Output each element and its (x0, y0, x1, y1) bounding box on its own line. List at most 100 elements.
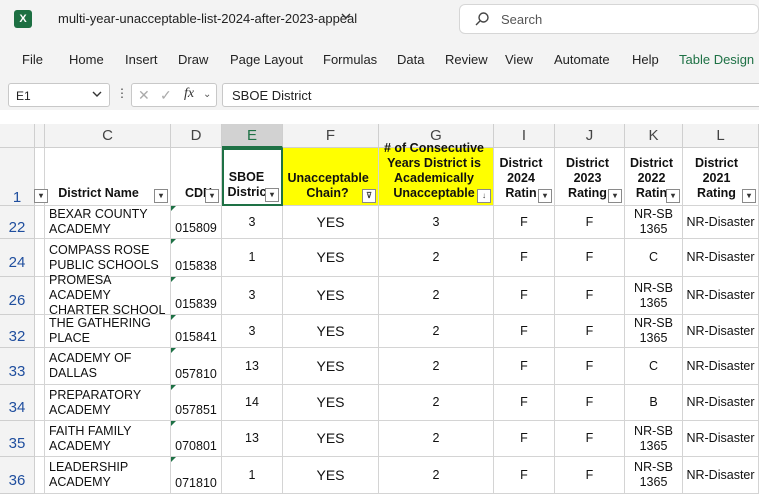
table-cell-sboe-district[interactable]: 1 (222, 457, 283, 494)
table-cell-b[interactable] (35, 277, 45, 315)
filter-applied-icon[interactable]: ⊽ (362, 189, 376, 203)
menu-help[interactable]: Help (632, 52, 659, 67)
table-cell-sboe-district[interactable]: 13 (222, 421, 283, 457)
table-cell-consecutive-years[interactable]: 2 (379, 277, 494, 315)
table-cell-unacceptable-chain[interactable]: YES (283, 277, 379, 315)
confirm-icon[interactable]: ✓ (160, 87, 172, 104)
row-header-34[interactable]: 34 (0, 385, 35, 421)
table-cell-rating-2023[interactable]: F (555, 421, 625, 457)
table-cell-consecutive-years[interactable]: 2 (379, 421, 494, 457)
name-box[interactable]: E1 (8, 83, 110, 107)
table-cell-rating-2022[interactable]: B (625, 385, 683, 421)
menu-file[interactable]: File (22, 52, 43, 67)
menu-table-design[interactable]: Table Design (679, 52, 754, 67)
row-header-33[interactable]: 33 (0, 348, 35, 385)
header-consecutive-years[interactable]: # of Consecutive Years District is Acade… (379, 141, 494, 206)
table-cell-rating-2021[interactable]: NR-Disaster (683, 348, 759, 385)
row-header-1[interactable]: 1 (0, 148, 35, 206)
column-header-d[interactable]: D (171, 124, 222, 148)
table-cell-consecutive-years[interactable]: 2 (379, 385, 494, 421)
table-cell-rating-2024[interactable]: F (494, 348, 555, 385)
filter-dropdown-icon[interactable]: ▾ (205, 189, 219, 203)
table-cell-rating-2022[interactable]: C (625, 239, 683, 277)
row-header-22[interactable]: 22 (0, 206, 35, 239)
table-cell-rating-2021[interactable]: NR-Disaster (683, 421, 759, 457)
row-header-36[interactable]: 36 (0, 457, 35, 494)
table-cell-unacceptable-chain[interactable]: YES (283, 315, 379, 348)
sort-descending-icon[interactable]: ↓ (477, 189, 491, 203)
header-district-2022-rating[interactable]: District 2022 Ratin ▾ (625, 148, 683, 206)
table-cell-sboe-district[interactable]: 1 (222, 239, 283, 277)
table-cell-rating-2022[interactable]: NR-SB 1365 (625, 277, 683, 315)
table-cell-district-name[interactable]: FAITH FAMILY ACADEMY (45, 421, 171, 457)
header-district-2021-rating[interactable]: District 2021 Rating ▾ (683, 148, 759, 206)
table-cell-district-name[interactable]: THE GATHERING PLACE (45, 315, 171, 348)
table-cell-cdn[interactable]: 071810 (171, 457, 222, 494)
table-cell-b[interactable] (35, 239, 45, 277)
table-cell-sboe-district[interactable]: 13 (222, 348, 283, 385)
table-cell-b[interactable] (35, 315, 45, 348)
table-cell-sboe-district[interactable]: 3 (222, 315, 283, 348)
table-cell-district-name[interactable]: PROMESA ACADEMY CHARTER SCHOOL (45, 273, 171, 317)
table-cell-b[interactable] (35, 206, 45, 239)
menu-formulas[interactable]: Formulas (323, 52, 377, 67)
insert-function-button[interactable]: fx (184, 86, 194, 102)
table-cell-b[interactable] (35, 421, 45, 457)
menu-automate[interactable]: Automate (554, 52, 610, 67)
table-cell-cdn[interactable]: 057810 (171, 348, 222, 385)
row-header-24[interactable]: 24 (0, 239, 35, 277)
table-cell-rating-2023[interactable]: F (555, 239, 625, 277)
select-all-corner[interactable] (0, 124, 35, 148)
table-cell-unacceptable-chain[interactable]: YES (283, 457, 379, 494)
table-cell-district-name[interactable]: COMPASS ROSE PUBLIC SCHOOLS (45, 239, 171, 277)
table-cell-cdn[interactable]: 070801 (171, 421, 222, 457)
table-cell-sboe-district[interactable]: 3 (222, 206, 283, 239)
table-cell-rating-2021[interactable]: NR-Disaster (683, 239, 759, 277)
column-header-k[interactable]: K (625, 124, 683, 148)
table-cell-unacceptable-chain[interactable]: YES (283, 385, 379, 421)
table-cell-rating-2023[interactable]: F (555, 348, 625, 385)
table-cell-unacceptable-chain[interactable]: YES (283, 421, 379, 457)
table-cell-sboe-district[interactable]: 3 (222, 277, 283, 315)
document-title[interactable]: multi-year-unacceptable-list-2024-after-… (58, 11, 357, 26)
header-unacceptable-chain[interactable]: Unacceptable Chain? ⊽ (283, 148, 379, 206)
table-cell-rating-2024[interactable]: F (494, 385, 555, 421)
table-cell-rating-2023[interactable]: F (555, 206, 625, 239)
row-header-26[interactable]: 26 (0, 277, 35, 315)
table-cell-rating-2021[interactable]: NR-Disaster (683, 206, 759, 239)
row-header-32[interactable]: 32 (0, 315, 35, 348)
table-cell-unacceptable-chain[interactable]: YES (283, 348, 379, 385)
column-header-e[interactable]: E (222, 124, 283, 148)
column-header-c[interactable]: C (45, 124, 171, 148)
table-cell-district-name[interactable]: PREPARATORY ACADEMY (45, 385, 171, 421)
row-header-35[interactable]: 35 (0, 421, 35, 457)
cancel-icon[interactable]: ✕ (138, 87, 150, 104)
table-cell-cdn[interactable]: 015841 (171, 315, 222, 348)
filter-dropdown-icon[interactable]: ▾ (154, 189, 168, 203)
menu-draw[interactable]: Draw (178, 52, 208, 67)
header-district-name[interactable]: District Name ▾ (45, 148, 171, 206)
table-cell-rating-2024[interactable]: F (494, 457, 555, 494)
header-district-2024-rating[interactable]: District 2024 Ratin ▾ (494, 148, 555, 206)
worksheet[interactable]: C D E F G I J K L 1 ▾ District Name ▾ CD… (0, 110, 759, 494)
filter-dropdown-icon[interactable]: ▾ (538, 189, 552, 203)
table-cell-rating-2022[interactable]: C (625, 348, 683, 385)
header-cdn[interactable]: CDN ▾ (171, 148, 222, 206)
header-sboe-district[interactable]: SBOE Distric ▾ (222, 148, 283, 206)
menu-page-layout[interactable]: Page Layout (230, 52, 303, 67)
menu-insert[interactable]: Insert (125, 52, 158, 67)
table-cell-b[interactable] (35, 348, 45, 385)
table-cell-rating-2022[interactable]: NR-SB 1365 (625, 457, 683, 494)
column-header-b[interactable] (35, 124, 45, 148)
column-header-i[interactable]: I (494, 124, 555, 148)
table-cell-cdn[interactable]: 015838 (171, 239, 222, 277)
more-options-icon[interactable]: ⋮ (116, 86, 128, 100)
search-box[interactable]: Search (459, 4, 759, 34)
filter-dropdown-icon[interactable]: ▾ (608, 189, 622, 203)
table-cell-cdn[interactable]: 015809 (171, 206, 222, 239)
table-cell-rating-2024[interactable]: F (494, 421, 555, 457)
table-cell-rating-2021[interactable]: NR-Disaster (683, 277, 759, 315)
table-cell-consecutive-years[interactable]: 2 (379, 348, 494, 385)
column-header-j[interactable]: J (555, 124, 625, 148)
table-cell-rating-2023[interactable]: F (555, 315, 625, 348)
